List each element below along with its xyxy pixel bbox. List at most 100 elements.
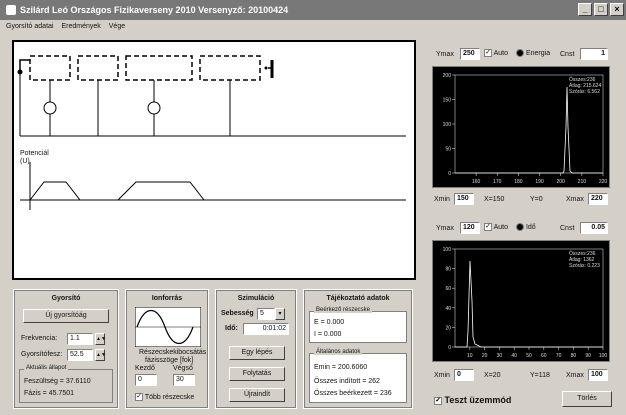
ac-source-2-icon	[147, 101, 161, 115]
accelerator-diagram-panel: Potenciál (U)	[12, 40, 416, 280]
drift-tube-2	[77, 55, 119, 81]
maximize-button[interactable]: □	[594, 3, 608, 16]
drift-tube-4	[199, 55, 261, 81]
energia-radio[interactable]: Energia	[516, 49, 550, 57]
step-button[interactable]: Egy lépés	[229, 346, 285, 360]
top-xmax-input[interactable]: 220	[588, 193, 608, 205]
time-histogram-xtick-label: 20	[482, 353, 488, 359]
speed-dropdown-icon[interactable]: ▾	[275, 308, 285, 320]
energy-histogram-ytick-label: 150	[443, 98, 452, 104]
menu-gyorsito-adatai[interactable]: Gyorsító adatai	[6, 23, 53, 30]
bottom-auto-checkbox[interactable]: ✓ Auto	[484, 223, 508, 231]
test-mode-check-icon[interactable]: ✓	[434, 396, 442, 405]
top-auto-check-icon[interactable]: ✓	[484, 49, 492, 57]
speed-select[interactable]: 5	[257, 308, 275, 320]
actual-state-legend: Aktuális állapot	[24, 365, 69, 371]
top-auto-label: Auto	[493, 49, 508, 57]
voltage-input[interactable]: 52.5	[67, 349, 93, 361]
sine-wave-preview	[135, 307, 201, 347]
accelerator-diagram	[17, 55, 406, 210]
ido-radio-icon[interactable]	[516, 223, 524, 231]
top-y-readout: Y=0	[530, 196, 543, 203]
new-accelerator-button[interactable]: Új gyorsítóág	[23, 309, 109, 323]
gyorsito-title: Gyorsító	[51, 295, 81, 302]
bottom-xmax-label: Xmax	[566, 372, 584, 379]
ido-label: Idő	[525, 223, 536, 231]
start-angle-label: Kezdő	[135, 365, 155, 372]
top-cnst-input[interactable]: 1	[580, 48, 608, 60]
ionforras-group: Ionforrás Részecskekibocsátás fázisszöge…	[125, 289, 209, 409]
restart-button[interactable]: Újraindít	[229, 388, 285, 402]
frequency-input[interactable]: 1.1	[67, 333, 93, 345]
start-angle-input[interactable]: 0	[135, 374, 157, 386]
time-histogram-xtick-label: 30	[497, 353, 503, 359]
bottom-xmin-input[interactable]: 0	[454, 369, 474, 381]
time-histogram-ytick-label: 0	[448, 345, 451, 351]
voltage-readout: Feszültség = 37.6110	[24, 378, 91, 385]
window-title: Szilárd Leó Országos Fizikaverseny 2010 …	[20, 5, 289, 15]
source-point	[17, 69, 23, 75]
gyorsito-group: Gyorsító Új gyorsítóág Frekvencia: 1.1 ▲…	[13, 289, 119, 409]
energy-histogram-legend-line: Szórás: 6.562	[569, 89, 600, 95]
continue-button[interactable]: Folytatás	[229, 367, 285, 381]
voltage-label: Gyorsítófesz:	[21, 351, 63, 358]
time-histogram-ytick-label: 60	[445, 286, 451, 292]
energy-histogram-xtick-label: 190	[535, 179, 544, 185]
multi-particle-checkbox[interactable]: ✓ Több részecske	[135, 393, 194, 401]
energy-histogram-legend-line: Összes:236	[569, 76, 596, 83]
frequency-spinner[interactable]: ▲▼	[95, 333, 106, 345]
menu-eredmenyek[interactable]: Eredmények	[61, 23, 100, 30]
multi-particle-check-icon[interactable]: ✓	[135, 393, 143, 401]
bottom-y-readout: Y=118	[530, 372, 550, 379]
minimize-button[interactable]: _	[578, 3, 592, 16]
bottom-cnst-label: Cnst	[560, 225, 575, 232]
time-histogram-xtick-label: 80	[571, 353, 577, 359]
energy-histogram-xtick-label: 210	[578, 179, 587, 185]
energy-histogram-legend-line: Átlag: 215.624	[569, 82, 601, 89]
time-histogram-curve	[455, 260, 603, 348]
time-histogram-legend-line: Összes:236	[569, 250, 596, 257]
energia-radio-icon[interactable]	[516, 49, 524, 57]
energy-histogram-xtick-label: 160	[472, 179, 481, 185]
potential-curve	[29, 181, 205, 201]
end-angle-input[interactable]: 30	[173, 374, 195, 386]
ionforras-title: Ionforrás	[151, 295, 183, 302]
time-histogram-ytick-label: 80	[445, 267, 451, 273]
menu-bar: Gyorsító adatai Eredmények Vége	[0, 20, 626, 33]
energy-histogram-ytick-label: 0	[448, 171, 451, 177]
ido-radio[interactable]: Idő	[516, 223, 536, 231]
energia-label: Energia	[525, 49, 551, 57]
bottom-auto-check-icon[interactable]: ✓	[484, 223, 492, 231]
test-mode-checkbox[interactable]: ✓ Teszt üzemmód	[434, 395, 511, 405]
time-histogram-xtick-label: 70	[556, 353, 562, 359]
voltage-spinner[interactable]: ▲▼	[95, 349, 106, 361]
test-mode-label: Teszt üzemmód	[444, 395, 512, 405]
time-label: Idő:	[225, 325, 238, 332]
energy-histogram-curve	[455, 86, 603, 174]
incoming-particle-frame: Beérkező részecske E = 0.000 I = 0.000	[309, 307, 407, 343]
top-ymax-input[interactable]: 250	[460, 48, 480, 60]
bottom-cnst-input[interactable]: 0.05	[580, 222, 608, 234]
top-auto-checkbox[interactable]: ✓ Auto	[484, 49, 508, 57]
ac-source-1-icon	[43, 101, 57, 115]
top-xmin-input[interactable]: 150	[454, 193, 474, 205]
time-histogram: 100 80 60 40 20 0 10 20 30 40 50 60 70 80 90 100 Összes:…	[432, 240, 610, 362]
potential-label: Potenciál (U)	[20, 150, 49, 165]
time-histogram-legend-line: Szórás: 0.223	[569, 263, 600, 269]
menu-vege[interactable]: Vége	[109, 23, 125, 30]
bottom-ymax-input[interactable]: 120	[460, 222, 480, 234]
energy-histogram-svg: 200 150 100 50 0 160 170 180 190 200 210 220 Összes:…	[443, 73, 608, 185]
incoming-particle-legend: Beérkező részecske	[314, 307, 373, 313]
energy-histogram: 200 150 100 50 0 160 170 180 190 200 210 220 Összes:…	[432, 66, 610, 188]
time-histogram-ytick-label: 20	[445, 325, 451, 331]
time-histogram-xtick-label: 60	[541, 353, 547, 359]
speed-label: Sebesség	[221, 310, 254, 317]
bottom-xmax-input[interactable]: 100	[588, 369, 608, 381]
time-histogram-xtick-label: 40	[511, 353, 517, 359]
title-bar: Szilárd Leó Országos Fizikaverseny 2010 …	[0, 0, 626, 20]
energy-histogram-ytick-label: 200	[443, 73, 452, 79]
bottom-ymax-label: Ymax	[436, 225, 454, 232]
close-button[interactable]: ×	[610, 3, 624, 16]
time-display: 0:01:02	[243, 323, 289, 335]
clear-button[interactable]: Törlés	[562, 391, 612, 407]
